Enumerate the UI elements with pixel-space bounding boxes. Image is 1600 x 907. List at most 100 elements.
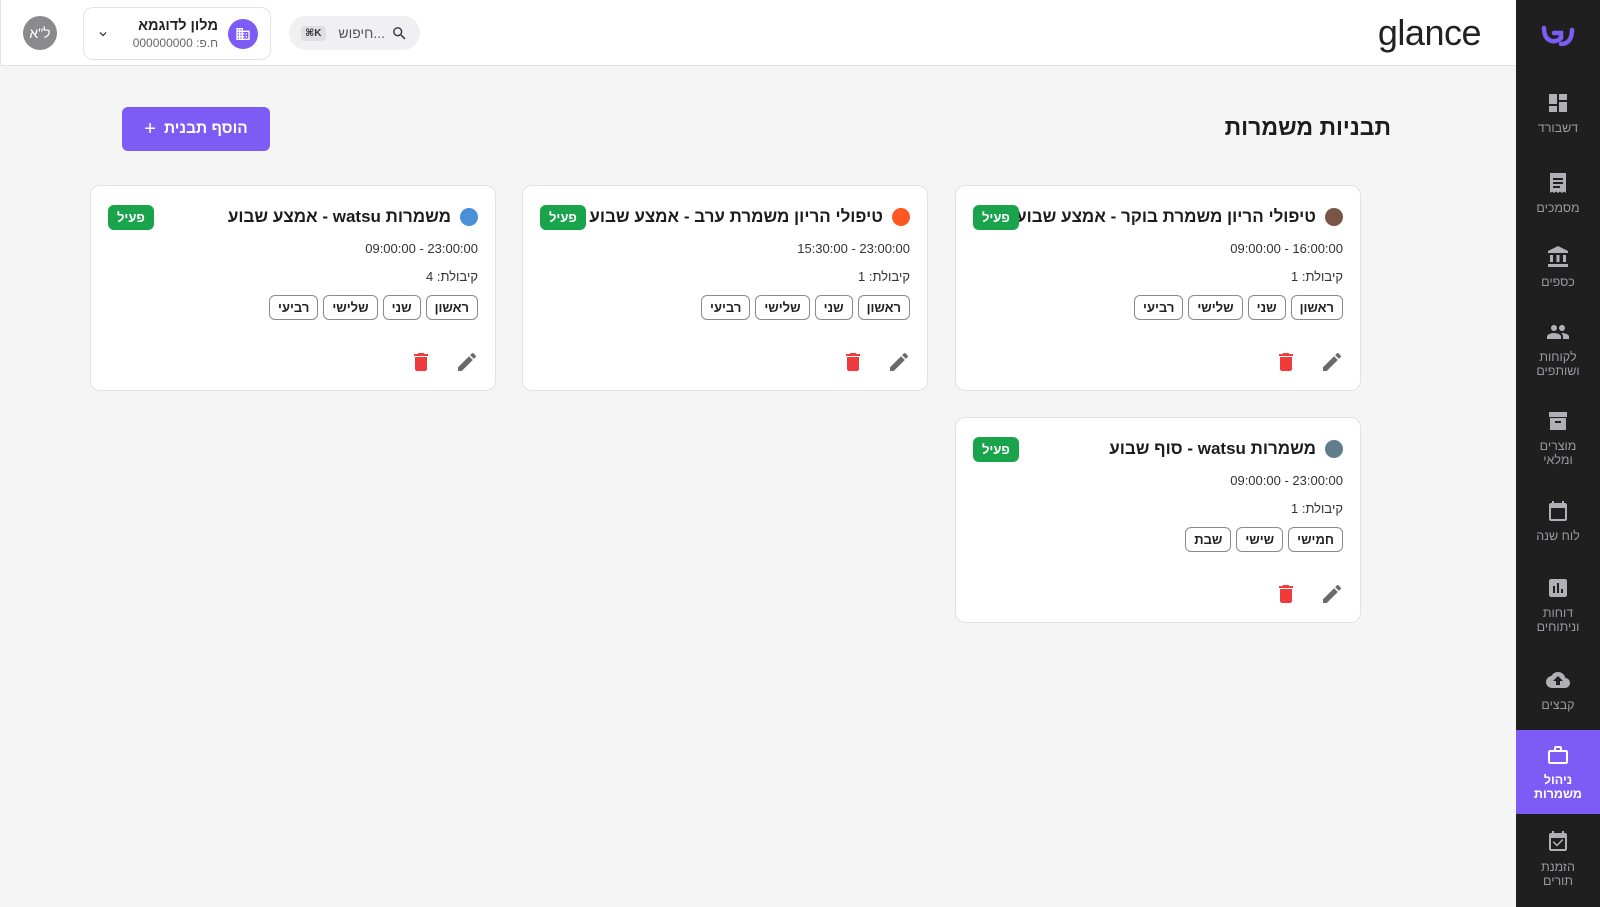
shift-template-card: טיפולי הריון משמרת ערב - אמצע שבוע פעיל … (522, 185, 928, 391)
status-badge: פעיל (973, 205, 1019, 230)
sidebar-item-label: מסמכים (1536, 201, 1580, 215)
sidebar-item-dashboard[interactable]: דשבורד (1516, 70, 1600, 156)
briefcase-icon (1548, 746, 1568, 764)
sidebar-item-reports[interactable]: דוחות וניתוחים (1516, 560, 1600, 650)
pencil-icon (1323, 352, 1342, 371)
edit-button[interactable] (455, 350, 479, 374)
sidebar-item-products[interactable]: מוצרים ומלאי (1516, 394, 1600, 482)
edit-button[interactable] (1320, 350, 1344, 374)
status-badge: פעיל (108, 205, 154, 230)
day-chip: ראשון (425, 295, 478, 320)
edit-button[interactable] (887, 350, 911, 374)
app-logo-icon[interactable] (1516, 0, 1600, 70)
hotel-phone: ח.פ: 000000000 (132, 35, 218, 50)
shift-time: 09:00:00 - 23:00:00 (365, 241, 478, 256)
day-chips: ראשון שני שלישי רביעי (1134, 295, 1343, 320)
day-chip: שבת (1185, 527, 1232, 552)
sidebar-item-label: דוחות וניתוחים (1536, 606, 1580, 634)
color-dot (460, 208, 478, 226)
sidebar-item-files[interactable]: קבצים (1516, 650, 1600, 730)
sidebar-item-customers[interactable]: לקוחות ושותפים (1516, 304, 1600, 394)
cloud-upload-icon (1546, 672, 1570, 688)
pencil-icon (1323, 584, 1342, 603)
sidebar-item-finance[interactable]: כספים (1516, 230, 1600, 304)
add-template-button[interactable]: הוסף תבנית + (122, 107, 270, 151)
delete-button[interactable] (841, 350, 865, 374)
shift-time: 15:30:00 - 23:00:00 (797, 241, 910, 256)
day-chip: שלישי (323, 295, 378, 320)
sidebar: דשבורד מסמכים כספים לקוחות ושותפים מוצרי… (1516, 0, 1600, 907)
hotel-selector[interactable]: מלון לדוגמא ח.פ: 000000000 (83, 7, 271, 60)
top-bar: glance ⌘K חיפוש... מלון לדוגמא ח.פ: 0000… (0, 0, 1516, 66)
card-title: משמרות watsu - אמצע שבוע (227, 207, 451, 226)
day-chip: שלישי (755, 295, 810, 320)
day-chip: רביעי (701, 295, 751, 320)
capacity: קיבולת: 1 (857, 269, 910, 284)
day-chip: שני (382, 295, 421, 320)
avatar[interactable]: ל"א (23, 16, 57, 50)
search-icon (393, 26, 406, 40)
shift-template-card: טיפולי הריון משמרת בוקר - אמצע שבוע פעיל… (955, 185, 1361, 391)
day-chip: ראשון (857, 295, 910, 320)
pencil-icon (458, 352, 477, 371)
day-chips: חמישי שישי שבת (1185, 527, 1343, 552)
shift-template-card: משמרות watsu - סוף שבוע פעיל 09:00:00 - … (955, 417, 1361, 623)
card-title: טיפולי הריון משמרת ערב - אמצע שבוע (589, 207, 883, 226)
search-input[interactable]: ⌘K חיפוש... (289, 16, 420, 50)
hotel-name: מלון לדוגמא (138, 17, 218, 34)
add-template-label: הוסף תבנית (163, 120, 248, 137)
day-chip: שישי (1236, 527, 1284, 552)
pencil-icon (890, 352, 909, 371)
shift-time: 09:00:00 - 23:00:00 (1230, 473, 1343, 488)
day-chip: שני (1247, 295, 1286, 320)
day-chips: ראשון שני שלישי רביעי (269, 295, 478, 320)
status-badge: פעיל (973, 437, 1019, 462)
trash-icon (1279, 585, 1293, 603)
search-shortcut: ⌘K (301, 25, 326, 41)
plus-icon: + (144, 117, 156, 140)
day-chip: חמישי (1288, 527, 1343, 552)
sidebar-item-shift-management[interactable]: ניהול משמרות (1516, 730, 1600, 814)
card-title: טיפולי הריון משמרת בוקר - אמצע שבוע (1016, 207, 1316, 226)
bank-icon (1548, 246, 1568, 267)
color-dot (1325, 208, 1343, 226)
calendar-icon (1549, 501, 1567, 521)
sidebar-item-documents[interactable]: מסמכים (1516, 156, 1600, 230)
delete-button[interactable] (1274, 582, 1298, 606)
sidebar-item-calendar[interactable]: לוח שנה (1516, 482, 1600, 560)
trash-icon (846, 353, 860, 371)
sidebar-item-label: לקוחות ושותפים (1536, 350, 1580, 378)
sidebar-item-label: לוח שנה (1536, 529, 1580, 543)
shift-template-card: משמרות watsu - אמצע שבוע פעיל 09:00:00 -… (90, 185, 496, 391)
color-dot (892, 208, 910, 226)
day-chip: רביעי (1134, 295, 1184, 320)
shift-time: 09:00:00 - 16:00:00 (1230, 241, 1343, 256)
day-chips: ראשון שני שלישי רביעי (701, 295, 910, 320)
receipt-icon (1550, 173, 1566, 193)
edit-button[interactable] (1320, 582, 1344, 606)
hotel-icon (228, 18, 258, 49)
trash-icon (1279, 353, 1293, 371)
day-chip: ראשון (1290, 295, 1343, 320)
chart-icon (1549, 579, 1567, 597)
sidebar-item-label: מוצרים ומלאי (1539, 439, 1577, 467)
sidebar-item-appointments[interactable]: הזמנת תורים (1516, 814, 1600, 904)
sidebar-item-label: ניהול משמרות (1533, 773, 1583, 801)
search-placeholder: חיפוש... (338, 25, 385, 41)
sidebar-item-label: דשבורד (1537, 121, 1579, 135)
trash-icon (414, 353, 428, 371)
day-chip: שלישי (1188, 295, 1243, 320)
capacity: קיבולת: 4 (425, 269, 478, 284)
page-title: תבניות משמרות (1224, 114, 1391, 140)
capacity: קיבולת: 1 (1290, 501, 1343, 516)
delete-button[interactable] (409, 350, 433, 374)
sidebar-item-label: קבצים (1541, 698, 1575, 712)
status-badge: פעיל (540, 205, 586, 230)
dashboard-icon (1549, 94, 1567, 112)
color-dot (1325, 440, 1343, 458)
archive-icon (1549, 412, 1567, 430)
delete-button[interactable] (1274, 350, 1298, 374)
day-chip: שני (814, 295, 853, 320)
day-chip: רביעי (269, 295, 319, 320)
brand-logo: glance (1377, 12, 1482, 53)
